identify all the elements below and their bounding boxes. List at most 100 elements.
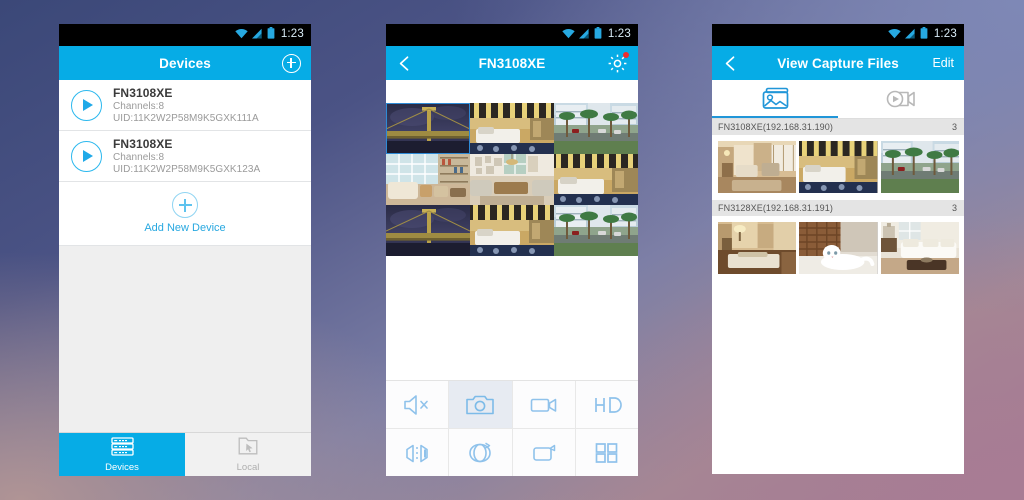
back-chevron-icon bbox=[399, 55, 409, 71]
camera-feed-living-room bbox=[470, 154, 554, 205]
camera-feed-bridge-night bbox=[386, 205, 470, 256]
wifi-icon bbox=[235, 26, 248, 44]
page-title: FN3108XE bbox=[478, 55, 546, 71]
capture-thumbnail[interactable] bbox=[880, 141, 959, 193]
capture-empty-area bbox=[712, 281, 964, 474]
battery-icon bbox=[267, 26, 275, 44]
wallpaper-backdrop: 1:23 Devices FN3108XE Channels:8 UID:11K… bbox=[0, 0, 1024, 500]
playback-controls bbox=[386, 380, 638, 476]
mirror-button[interactable] bbox=[386, 429, 449, 476]
status-bar: 1:23 bbox=[59, 24, 311, 46]
camera-cell[interactable] bbox=[470, 154, 554, 205]
page-title: Devices bbox=[159, 55, 211, 71]
edit-button[interactable]: Edit bbox=[932, 56, 954, 70]
fullscreen-icon bbox=[532, 444, 555, 461]
back-button[interactable] bbox=[722, 55, 739, 72]
device-list-item[interactable]: FN3108XE Channels:8 UID:11K2W2P58M9K5GXK… bbox=[59, 131, 311, 182]
capture-thumbnail[interactable] bbox=[718, 141, 797, 193]
tab-local-label: Local bbox=[236, 461, 260, 473]
status-bar-clock: 1:23 bbox=[280, 28, 304, 41]
back-button[interactable] bbox=[396, 55, 413, 72]
capture-thumbnail[interactable] bbox=[799, 222, 878, 274]
video-play-icon bbox=[886, 90, 915, 108]
capture-thumbnail[interactable] bbox=[718, 222, 797, 274]
camera-cell[interactable] bbox=[386, 205, 470, 256]
camera-icon bbox=[466, 395, 495, 414]
settings-button[interactable] bbox=[607, 51, 629, 74]
capture-group-header: FN3128XE(192.168.31.191) 3 bbox=[712, 200, 964, 216]
camera-grid bbox=[386, 103, 638, 256]
play-icon[interactable] bbox=[71, 140, 102, 172]
capture-bedroom-lamp bbox=[718, 222, 797, 274]
capture-street-palms bbox=[880, 141, 959, 193]
capture-group-name: FN3128XE(192.168.31.191) bbox=[718, 203, 833, 213]
capture-group-header: FN3108XE(192.168.31.190) 3 bbox=[712, 119, 964, 135]
add-new-device-label: Add New Device bbox=[144, 222, 226, 234]
device-list-item[interactable]: FN3108XE Channels:8 UID:11K2W2P58M9K5GXK… bbox=[59, 80, 311, 131]
capture-group-name: FN3108XE(192.168.31.190) bbox=[718, 122, 833, 132]
camera-feed-hotel-room bbox=[470, 205, 554, 256]
back-chevron-icon bbox=[725, 55, 735, 71]
plus-circle-icon bbox=[172, 192, 198, 218]
camera-cell[interactable] bbox=[386, 154, 470, 205]
camera-cell[interactable] bbox=[554, 154, 638, 205]
capture-white-cat bbox=[799, 222, 878, 274]
list-empty-area bbox=[59, 246, 311, 432]
tab-local[interactable]: Local bbox=[185, 433, 311, 476]
wifi-icon bbox=[888, 26, 901, 44]
phone-screen-capture-files: 1:23 View Capture Files Edit FN3108XE(19… bbox=[712, 24, 964, 474]
device-uid: UID:11K2W2P58M9K5GXK111A bbox=[113, 113, 259, 124]
device-name: FN3108XE bbox=[113, 137, 173, 151]
app-bar-devices: Devices bbox=[59, 46, 311, 80]
camera-cell[interactable] bbox=[554, 103, 638, 154]
camera-cell[interactable] bbox=[554, 205, 638, 256]
snapshot-button[interactable] bbox=[449, 381, 512, 428]
status-bar-clock: 1:23 bbox=[607, 28, 631, 41]
signal-bars-icon bbox=[578, 26, 590, 44]
page-title: View Capture Files bbox=[777, 55, 899, 71]
camera-feed-hotel-room bbox=[554, 154, 638, 205]
tab-devices[interactable]: Devices bbox=[59, 433, 185, 476]
play-icon[interactable] bbox=[71, 89, 102, 121]
camera-cell[interactable] bbox=[470, 103, 554, 154]
device-channels: Channels:8 bbox=[113, 152, 165, 163]
ptz-button[interactable] bbox=[449, 429, 512, 476]
add-new-device-button[interactable]: Add New Device bbox=[59, 182, 311, 246]
speaker-mute-icon bbox=[404, 394, 428, 415]
hd-icon bbox=[595, 396, 622, 413]
camera-cell[interactable] bbox=[386, 103, 470, 154]
videos-tab[interactable] bbox=[838, 80, 964, 118]
capture-white-sofa bbox=[880, 222, 959, 274]
status-bar: 1:23 bbox=[712, 24, 964, 46]
live-view-empty-area bbox=[386, 256, 638, 380]
notification-badge bbox=[623, 51, 629, 58]
record-button[interactable] bbox=[512, 381, 575, 428]
status-bar: 1:23 bbox=[386, 24, 638, 46]
signal-bars-icon bbox=[904, 26, 916, 44]
phone-screen-live-view: 1:23 FN3108XE bbox=[386, 24, 638, 476]
flip-mirror-icon bbox=[406, 444, 428, 462]
camera-cell[interactable] bbox=[470, 205, 554, 256]
capture-thumbnail[interactable] bbox=[880, 222, 959, 274]
capture-thumbnail[interactable] bbox=[799, 141, 878, 193]
device-uid: UID:11K2W2P58M9K5GXK123A bbox=[113, 164, 261, 175]
capture-group-count: 3 bbox=[951, 122, 957, 132]
fullscreen-button[interactable] bbox=[512, 429, 575, 476]
battery-icon bbox=[594, 26, 602, 44]
quality-button[interactable] bbox=[575, 381, 638, 428]
camera-feed-street-palms bbox=[554, 103, 638, 154]
mute-button[interactable] bbox=[386, 381, 449, 428]
add-device-button[interactable] bbox=[282, 53, 301, 73]
photos-tab[interactable] bbox=[712, 80, 838, 118]
video-camera-icon bbox=[530, 398, 556, 412]
photo-stack-icon bbox=[762, 87, 789, 109]
device-name: FN3108XE bbox=[113, 86, 173, 100]
layout-button[interactable] bbox=[575, 429, 638, 476]
server-rack-icon bbox=[110, 437, 134, 461]
phone-screen-devices: 1:23 Devices FN3108XE Channels:8 UID:11K… bbox=[59, 24, 311, 476]
plus-circle-icon bbox=[282, 53, 301, 73]
capture-group-count: 3 bbox=[951, 203, 957, 213]
media-type-tabs bbox=[712, 80, 964, 119]
app-bar-capture-files: View Capture Files Edit bbox=[712, 46, 964, 80]
app-bar-live-view: FN3108XE bbox=[386, 46, 638, 80]
